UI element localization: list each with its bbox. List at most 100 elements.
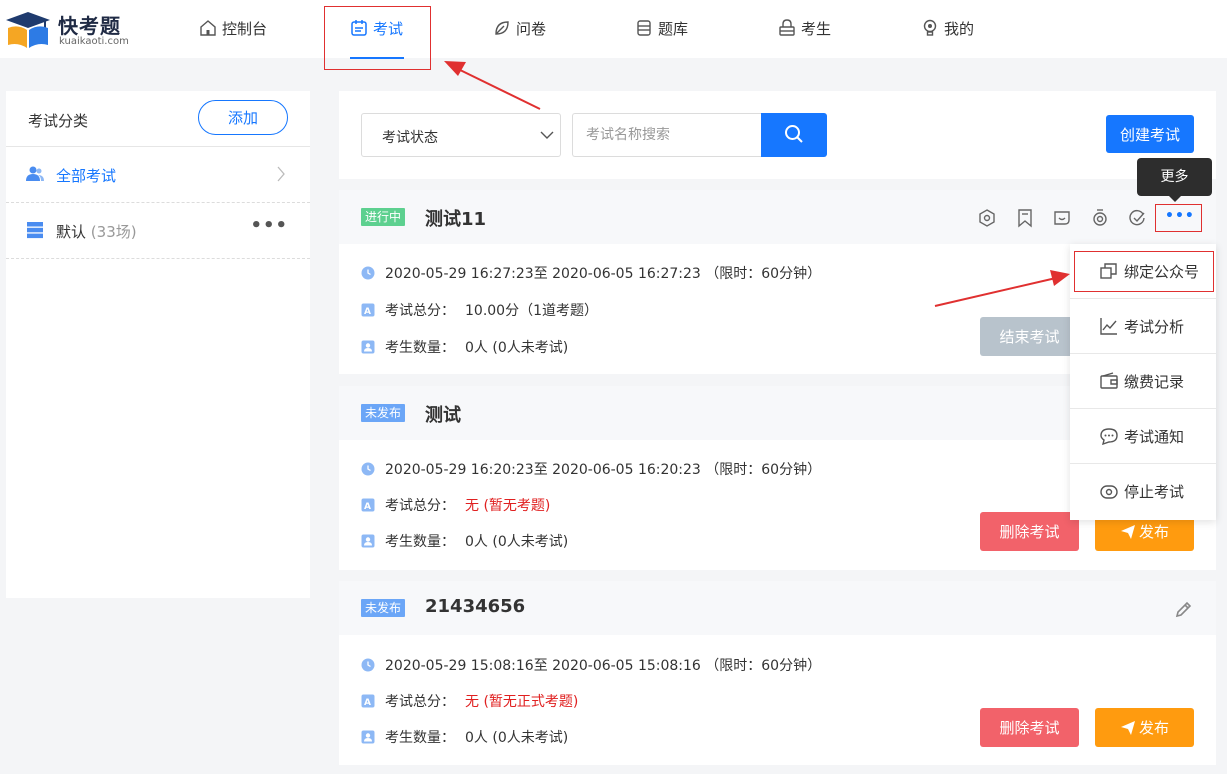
- score-value: 10.00分（1道考题）: [465, 303, 598, 319]
- exam-count-row: 考生数量： 0人 (0人未考试): [361, 727, 568, 747]
- exam-title[interactable]: 21434656: [425, 596, 525, 617]
- menu-item-stop-exam[interactable]: 停止考试: [1070, 464, 1216, 519]
- annotation-highlight-bind-menu-item: [1074, 251, 1214, 292]
- logo-icon: [6, 12, 50, 48]
- sidebar-item-label: 默认 (33场): [56, 221, 137, 242]
- stop-icon: [1100, 484, 1118, 499]
- score-icon: A: [361, 498, 375, 512]
- search-button[interactable]: [761, 113, 827, 157]
- medal-icon[interactable]: [1090, 208, 1110, 228]
- sidebar-title: 考试分类: [28, 112, 89, 130]
- score-icon: A: [361, 303, 375, 317]
- exam-count-row: 考生数量： 0人 (0人未考试): [361, 337, 568, 357]
- sidebar-item-default[interactable]: 默认 (33场) •••: [6, 202, 310, 258]
- category-count: (33场): [90, 223, 137, 241]
- delete-exam-button[interactable]: 删除考试: [980, 708, 1079, 747]
- leaf-icon: [495, 21, 509, 35]
- annotation-arrow-head: [444, 61, 466, 76]
- exam-time: 2020-05-29 16:20:23至 2020-06-05 16:20:23…: [385, 462, 822, 478]
- exam-time-row: 2020-05-29 16:27:23至 2020-06-05 16:27:23…: [361, 263, 821, 283]
- sidebar-item-all-exams[interactable]: 全部考试: [6, 146, 310, 202]
- annotation-highlight-more-button: [1155, 204, 1202, 232]
- exam-title[interactable]: 测试: [425, 401, 461, 427]
- sidebar-item-label: 全部考试: [56, 167, 117, 185]
- end-exam-button[interactable]: 结束考试: [980, 317, 1079, 356]
- status-badge: 进行中: [361, 208, 406, 226]
- database-icon: [637, 20, 651, 36]
- exam-title[interactable]: 测试11: [425, 205, 486, 231]
- exam-time-row: 2020-05-29 15:08:16至 2020-06-05 15:08:16…: [361, 655, 821, 675]
- exam-card-header: 未发布 21434656: [339, 581, 1216, 635]
- annotation-highlight-exam-tab: [324, 6, 431, 70]
- users-icon: [26, 166, 44, 181]
- menu-item-label: 停止考试: [1124, 483, 1185, 501]
- exam-score-row: A 考试总分： 10.00分（1道考题）: [361, 300, 598, 320]
- score-value: 无 (暂无正式考题): [465, 694, 579, 710]
- add-category-button[interactable]: 添加: [198, 100, 288, 135]
- svg-text:A: A: [364, 307, 371, 317]
- count-label: 考生数量：: [385, 730, 455, 746]
- exam-card-header: 进行中 测试11 •••: [339, 190, 1216, 244]
- status-badge: 未发布: [361, 404, 406, 422]
- delete-exam-button[interactable]: 删除考试: [980, 512, 1079, 551]
- count-value: 0人 (0人未考试): [465, 534, 569, 550]
- create-exam-button[interactable]: 创建考试: [1106, 115, 1194, 153]
- bookmark-icon[interactable]: [1015, 208, 1035, 228]
- nav-item-question-bank[interactable]: 题库: [635, 18, 688, 38]
- exam-count-row: 考生数量： 0人 (0人未考试): [361, 531, 568, 551]
- lock-icon: [779, 19, 795, 36]
- edit-pencil-icon[interactable]: [1174, 599, 1194, 619]
- score-value: 无 (暂无考题): [465, 498, 551, 514]
- score-icon: A: [361, 694, 375, 708]
- nav-item-survey[interactable]: 问卷: [493, 18, 546, 38]
- nav-item-label: 考生: [801, 19, 832, 38]
- search-icon: [785, 124, 803, 143]
- wallet-icon: [1100, 372, 1118, 389]
- exam-status-select[interactable]: 考试状态: [361, 113, 561, 157]
- menu-item-exam-notification[interactable]: 考试通知: [1070, 409, 1216, 464]
- settings-icon[interactable]: [977, 208, 997, 228]
- user-icon: [361, 340, 375, 354]
- more-dots-icon[interactable]: •••: [250, 215, 288, 236]
- menu-item-exam-analysis[interactable]: 考试分析: [1070, 299, 1216, 354]
- bulb-icon: [923, 19, 937, 36]
- nav-item-label: 控制台: [222, 19, 268, 38]
- exam-time: 2020-05-29 15:08:16至 2020-06-05 15:08:16…: [385, 658, 822, 674]
- brand-logo[interactable]: 快考题 kuaikaoti.com: [6, 8, 129, 50]
- select-value: 考试状态: [382, 130, 438, 146]
- publish-button[interactable]: 发布: [1095, 708, 1194, 747]
- more-tooltip: 更多: [1137, 158, 1212, 202]
- publish-label: 发布: [1138, 719, 1169, 737]
- nav-item-label: 我的: [944, 19, 975, 38]
- menu-item-label: 考试分析: [1124, 317, 1185, 336]
- svg-text:A: A: [364, 698, 371, 708]
- publish-label: 发布: [1138, 523, 1169, 541]
- clock-icon: [361, 266, 375, 280]
- menu-item-label: 缴费记录: [1124, 372, 1185, 391]
- home-icon: [200, 20, 216, 36]
- nav-item-candidates[interactable]: 考生: [778, 18, 831, 38]
- score-label: 考试总分：: [385, 694, 455, 710]
- exam-time: 2020-05-29 16:27:23至 2020-06-05 16:27:23…: [385, 266, 822, 282]
- nav-item-label: 题库: [658, 19, 689, 38]
- clock-icon: [361, 658, 375, 672]
- exam-toolbar: 考试状态 创建考试: [339, 91, 1216, 179]
- send-icon: [1120, 524, 1135, 539]
- status-badge: 未发布: [361, 599, 406, 617]
- user-icon: [361, 730, 375, 744]
- nav-item-dashboard[interactable]: 控制台: [199, 18, 267, 38]
- count-label: 考生数量：: [385, 340, 455, 356]
- chat-icon: [1100, 428, 1118, 445]
- chevron-down-icon: [540, 131, 554, 139]
- exam-score-row: A 考试总分： 无 (暂无考题): [361, 495, 550, 515]
- svg-text:A: A: [364, 502, 371, 512]
- chat-bubble-icon[interactable]: [1052, 208, 1072, 228]
- category-sidebar: 考试分类 添加 全部考试 默认 (33场) •••: [6, 91, 310, 598]
- exam-search-input[interactable]: [572, 113, 762, 157]
- nav-item-mine[interactable]: 我的: [921, 18, 974, 38]
- user-icon: [361, 534, 375, 548]
- check-circle-icon[interactable]: [1127, 208, 1147, 228]
- sidebar-divider: [6, 258, 310, 259]
- chart-line-icon: [1100, 318, 1117, 335]
- menu-item-payment-records[interactable]: 缴费记录: [1070, 354, 1216, 409]
